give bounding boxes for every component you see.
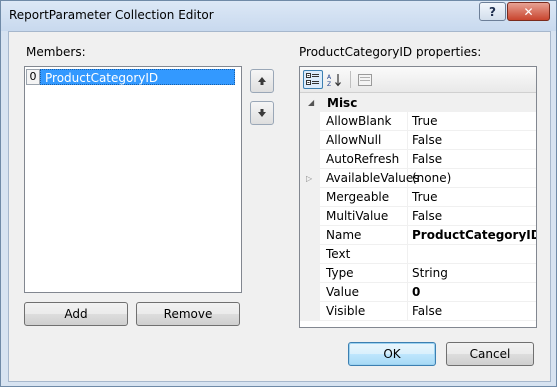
property-value[interactable]: True bbox=[408, 188, 536, 207]
expand-triangle-icon[interactable]: ▷ bbox=[306, 174, 312, 183]
toolbar-separator bbox=[350, 71, 351, 88]
categorized-icon bbox=[306, 73, 319, 85]
property-row[interactable]: Text bbox=[300, 245, 536, 264]
dialog-body: Members: 0 ProductCategoryID Add Remove … bbox=[8, 31, 551, 382]
arrow-up-icon bbox=[258, 77, 266, 85]
remove-button[interactable]: Remove bbox=[136, 302, 240, 326]
property-name: MultiValue bbox=[320, 207, 408, 226]
property-row[interactable]: AllowNull False bbox=[300, 131, 536, 150]
collection-editor-dialog: ReportParameter Collection Editor ? ✕ Me… bbox=[0, 0, 557, 387]
cancel-button[interactable]: Cancel bbox=[446, 342, 534, 366]
property-row[interactable]: Mergeable True bbox=[300, 188, 536, 207]
categorized-button[interactable] bbox=[303, 70, 323, 89]
ok-button[interactable]: OK bbox=[348, 342, 436, 366]
category-row-misc[interactable]: ◢ Misc bbox=[300, 93, 536, 112]
move-up-button[interactable] bbox=[250, 69, 274, 93]
alphabetical-icon: A Z bbox=[327, 73, 341, 87]
property-name: AllowBlank bbox=[320, 112, 408, 131]
property-row[interactable]: Visible False bbox=[300, 302, 536, 321]
title-bar: ReportParameter Collection Editor ? ✕ bbox=[1, 1, 556, 31]
property-value[interactable]: False bbox=[408, 207, 536, 226]
property-value[interactable] bbox=[408, 245, 536, 264]
property-value[interactable]: (none) bbox=[408, 169, 536, 188]
property-value[interactable]: String bbox=[408, 264, 536, 283]
property-name: Name bbox=[320, 226, 408, 245]
help-button[interactable]: ? bbox=[479, 2, 506, 21]
property-pages-button[interactable] bbox=[355, 70, 375, 89]
list-item-index: 0 bbox=[26, 69, 40, 85]
property-name: Mergeable bbox=[320, 188, 408, 207]
property-row[interactable]: Type String bbox=[300, 264, 536, 283]
property-row[interactable]: Name ProductCategoryID bbox=[300, 226, 536, 245]
property-grid: A Z ◢ Misc AllowBlank True AllowNull Fal… bbox=[299, 66, 537, 328]
close-button[interactable]: ✕ bbox=[507, 2, 550, 21]
property-name: Visible bbox=[320, 302, 408, 321]
arrow-down-icon bbox=[258, 109, 266, 117]
collapse-triangle-icon[interactable]: ◢ bbox=[308, 98, 314, 107]
property-row[interactable]: AllowBlank True bbox=[300, 112, 536, 131]
properties-label: ProductCategoryID properties: bbox=[299, 45, 482, 59]
property-row[interactable]: Value 0 bbox=[300, 283, 536, 302]
property-grid-toolbar: A Z bbox=[300, 67, 536, 93]
add-button[interactable]: Add bbox=[24, 302, 128, 326]
svg-text:Z: Z bbox=[327, 81, 331, 87]
category-label: Misc bbox=[327, 95, 358, 110]
members-label: Members: bbox=[26, 45, 86, 59]
property-value[interactable]: 0 bbox=[408, 283, 536, 302]
property-row[interactable]: MultiValue False bbox=[300, 207, 536, 226]
alphabetical-button[interactable]: A Z bbox=[325, 70, 345, 89]
property-value[interactable]: ProductCategoryID bbox=[408, 226, 536, 245]
property-rows: ◢ Misc AllowBlank True AllowNull False Aut… bbox=[300, 93, 536, 321]
property-value[interactable]: True bbox=[408, 112, 536, 131]
property-name: AllowNull bbox=[320, 131, 408, 150]
window-title: ReportParameter Collection Editor bbox=[9, 8, 214, 22]
property-row[interactable]: ▷ AvailableValues (none) bbox=[300, 169, 536, 188]
property-row[interactable]: AutoRefresh False bbox=[300, 150, 536, 169]
move-down-button[interactable] bbox=[250, 101, 274, 125]
svg-text:A: A bbox=[327, 74, 332, 81]
list-item-label[interactable]: ProductCategoryID bbox=[40, 69, 235, 85]
property-name: Text bbox=[320, 245, 408, 264]
property-name: AutoRefresh bbox=[320, 150, 408, 169]
list-item[interactable]: 0 ProductCategoryID bbox=[26, 69, 235, 85]
property-value[interactable]: False bbox=[408, 302, 536, 321]
property-name: Type bbox=[320, 264, 408, 283]
property-pages-icon bbox=[358, 73, 372, 86]
property-value[interactable]: False bbox=[408, 150, 536, 169]
property-value[interactable]: False bbox=[408, 131, 536, 150]
property-name: AvailableValues bbox=[320, 169, 420, 188]
property-name: Value bbox=[320, 283, 408, 302]
members-list[interactable]: 0 ProductCategoryID bbox=[24, 66, 242, 293]
